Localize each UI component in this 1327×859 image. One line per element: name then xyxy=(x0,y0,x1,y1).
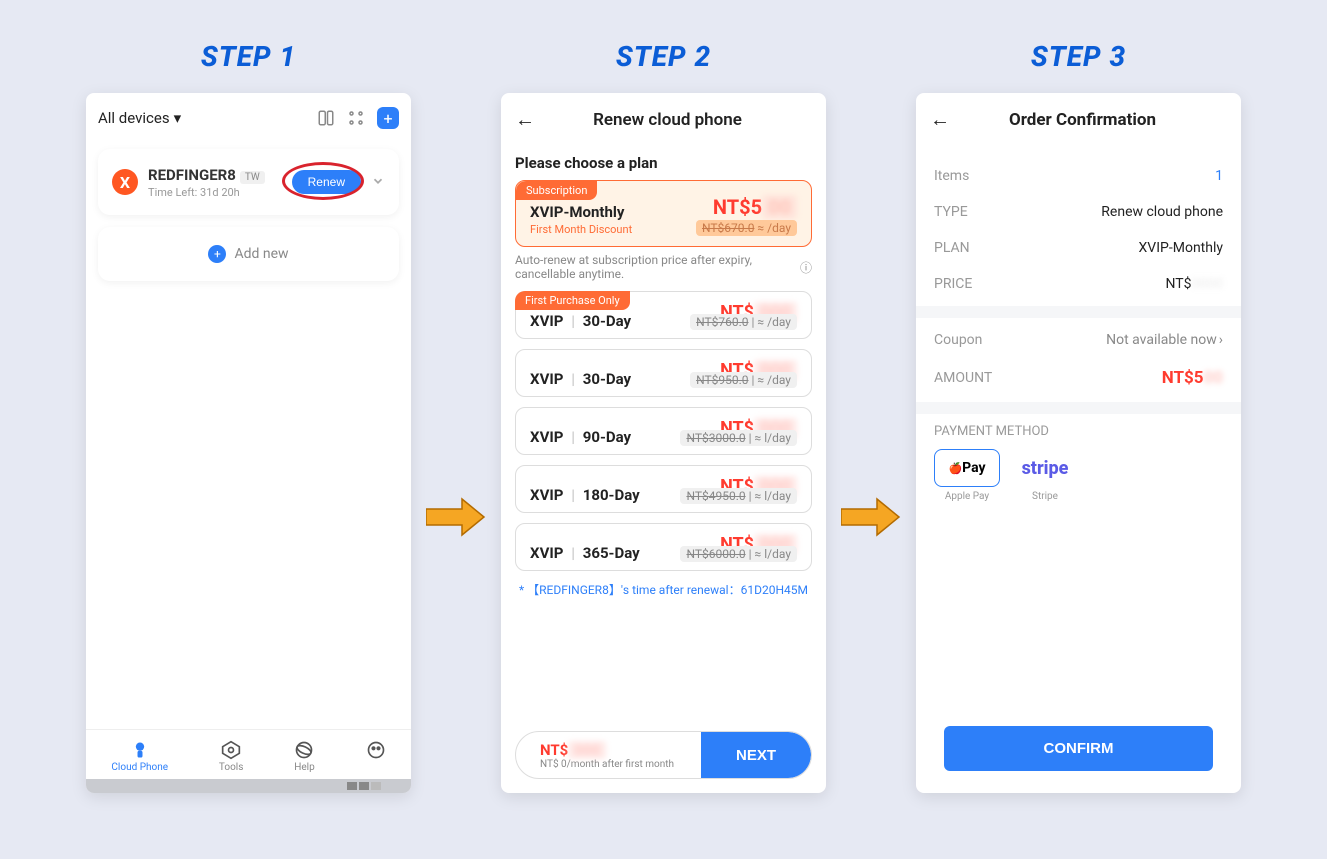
plan-original-price: NT$6000.0 | ≈ l/day xyxy=(680,546,797,562)
plan-original-price: NT$3000.0 | ≈ l/day xyxy=(680,430,797,446)
plan-value: XVIP-Monthly xyxy=(1138,240,1223,256)
step3-phone: ← Order Confirmation Items 1 TYPE Renew cl… xyxy=(916,93,1241,793)
plan-original-price: NT$950.0 | ≈ /day xyxy=(690,372,797,388)
footer-subprice: NT$ 0/month after first month xyxy=(540,759,701,770)
items-label: Items xyxy=(934,168,969,184)
next-button[interactable]: NEXT xyxy=(701,732,811,778)
coupon-label: Coupon xyxy=(934,332,982,348)
next-bar: NT$000 NT$ 0/month after first month NEX… xyxy=(515,731,812,779)
back-button[interactable]: ← xyxy=(515,107,535,132)
price-value: NT$0000 xyxy=(1166,276,1224,292)
device-card[interactable]: X REDFINGER8 TW Time Left: 31d 20h Renew xyxy=(98,149,399,215)
dropdown-label: All devices xyxy=(98,109,170,127)
tab-label: Cloud Phone xyxy=(111,762,168,773)
step-heading-3: STEP 3 xyxy=(1031,40,1126,73)
applepay-icon: 🍎Pay xyxy=(934,449,1000,487)
stripe-icon: stripe xyxy=(1012,449,1078,487)
arrow-icon xyxy=(426,497,486,537)
footer-price: NT$000 xyxy=(540,741,701,759)
add-new-label: Add new xyxy=(234,246,288,262)
step1-phone: All devices ▾ + X REDFINGER8 TW Time Left… xyxy=(86,93,411,793)
items-value: 1 xyxy=(1215,168,1223,184)
plan-label: PLAN xyxy=(934,240,970,256)
plan-selected-card[interactable]: Subscription XVIP-Monthly First Month Di… xyxy=(515,180,812,247)
confirm-button[interactable]: CONFIRM xyxy=(944,726,1213,771)
device-avatar: X xyxy=(112,169,138,195)
tab-cloud-phone[interactable]: Cloud Phone xyxy=(111,740,168,773)
tab-help[interactable]: Help xyxy=(294,740,314,773)
tab-label: Help xyxy=(294,762,314,773)
renew-button[interactable]: Renew xyxy=(292,170,361,194)
arrow-icon xyxy=(841,497,901,537)
step2-phone: ← Renew cloud phone Please choose a plan… xyxy=(501,93,826,793)
step-heading-2: STEP 2 xyxy=(616,40,711,73)
autorenew-note: Auto-renew at subscription price after e… xyxy=(515,253,812,281)
back-button[interactable]: ← xyxy=(930,107,950,132)
choose-plan-prompt: Please choose a plan xyxy=(515,154,812,172)
tools-icon xyxy=(221,740,241,760)
plan-original-price: NT$670.0 ≈ /day xyxy=(696,220,797,236)
cloud-phone-icon xyxy=(130,740,150,760)
amount-label: AMOUNT xyxy=(934,370,992,386)
page-title: Renew cloud phone xyxy=(543,110,792,130)
plan-original-price: NT$760.0 | ≈ /day xyxy=(690,314,797,330)
bottom-tabbar: Cloud Phone Tools Help xyxy=(86,729,411,779)
device-name: REDFINGER8 xyxy=(148,166,236,184)
price-label: PRICE xyxy=(934,276,972,292)
device-timeleft: Time Left: 31d 20h xyxy=(148,186,292,199)
plan-card[interactable]: XVIP | 90-DayNT$000NT$3000.0 | ≈ l/day xyxy=(515,407,812,455)
plan-price: NT$500 xyxy=(713,195,797,219)
all-devices-dropdown[interactable]: All devices ▾ xyxy=(98,109,181,127)
coupon-value: Not available now › xyxy=(1106,332,1223,348)
subscription-badge: Subscription xyxy=(516,181,597,200)
layout-toggle-icon[interactable] xyxy=(317,109,335,127)
chevron-right-icon: › xyxy=(1219,332,1223,348)
device-region-badge: TW xyxy=(240,171,265,184)
renewal-time-note: * 【REDFINGER8】's time after renewal：61D2… xyxy=(515,581,812,598)
payment-caption: Stripe xyxy=(1032,491,1058,502)
payment-method-label: PAYMENT METHOD xyxy=(934,424,1223,439)
add-device-button[interactable]: + xyxy=(377,107,399,129)
payment-method-stripe[interactable]: stripe Stripe xyxy=(1012,449,1078,502)
type-label: TYPE xyxy=(934,204,968,220)
coupon-row[interactable]: Coupon Not available now › xyxy=(934,322,1223,358)
help-icon xyxy=(294,740,314,760)
plan-card[interactable]: First Purchase OnlyXVIP | 30-DayNT$000NT… xyxy=(515,291,812,339)
grid-icon[interactable] xyxy=(347,109,365,127)
plan-original-price: NT$4950.0 | ≈ l/day xyxy=(680,488,797,504)
chevron-down-icon: ▾ xyxy=(174,109,182,127)
step-heading-1: STEP 1 xyxy=(201,40,296,73)
info-icon[interactable]: ⓘ xyxy=(800,259,812,276)
type-value: Renew cloud phone xyxy=(1101,204,1223,220)
plan-badge: First Purchase Only xyxy=(515,291,630,310)
plan-card[interactable]: XVIP | 30-DayNT$000NT$950.0 | ≈ /day xyxy=(515,349,812,397)
tab-profile[interactable] xyxy=(366,740,386,773)
add-new-card[interactable]: + Add new xyxy=(98,227,399,281)
plan-card[interactable]: XVIP | 365-DayNT$000NT$6000.0 | ≈ l/day xyxy=(515,523,812,571)
payment-caption: Apple Pay xyxy=(945,491,989,502)
page-title: Order Confirmation xyxy=(958,110,1207,130)
plan-card[interactable]: XVIP | 180-DayNT$000NT$4950.0 | ≈ l/day xyxy=(515,465,812,513)
amount-value: NT$500 xyxy=(1162,368,1223,388)
bottom-system-bar xyxy=(86,779,411,793)
chevron-down-icon[interactable] xyxy=(371,173,385,192)
tab-label: Tools xyxy=(219,762,243,773)
tab-tools[interactable]: Tools xyxy=(219,740,243,773)
profile-icon xyxy=(366,740,386,760)
plus-icon: + xyxy=(208,245,226,263)
payment-method-applepay[interactable]: 🍎Pay Apple Pay xyxy=(934,449,1000,502)
